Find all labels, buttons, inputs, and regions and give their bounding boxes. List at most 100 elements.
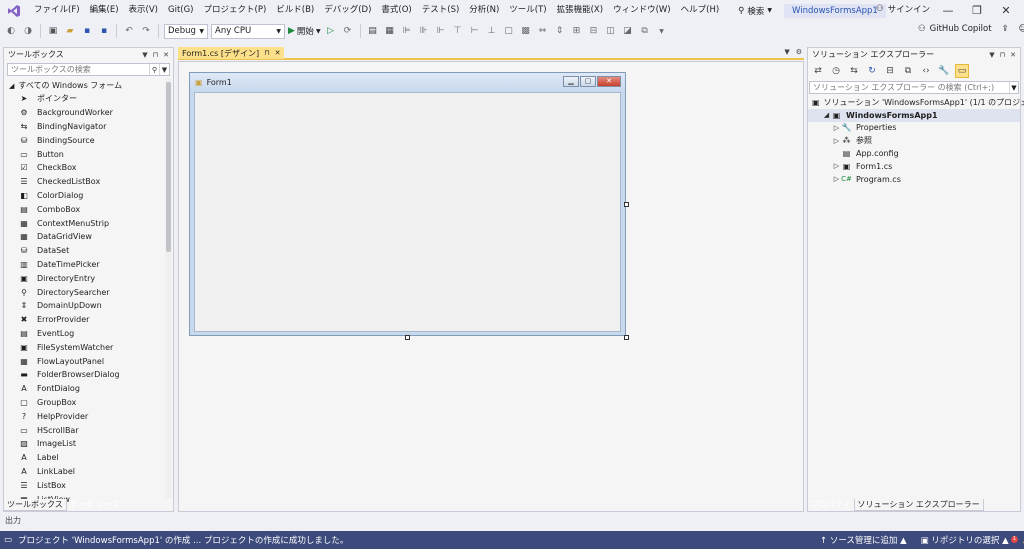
pin-icon[interactable]: ⊓ — [264, 49, 269, 57]
send-back-icon[interactable]: ◪ — [621, 24, 635, 38]
tree-expander-icon[interactable]: ▷ — [832, 137, 841, 145]
menu-item-10[interactable]: ツール(T) — [504, 0, 551, 21]
maximize-button[interactable]: ❐ — [969, 3, 985, 19]
menu-item-6[interactable]: デバッグ(D) — [319, 0, 376, 21]
resize-handle-right[interactable] — [624, 202, 629, 207]
align-bottom-icon[interactable]: ⊥ — [485, 24, 499, 38]
menu-item-5[interactable]: ビルド(B) — [271, 0, 319, 21]
menu-item-13[interactable]: ヘルプ(H) — [676, 0, 725, 21]
menu-item-12[interactable]: ウィンドウ(W) — [608, 0, 676, 21]
hot-reload-icon[interactable]: ⟳ — [341, 24, 355, 38]
tree-item[interactable]: ◢ ▣ WindowsFormsApp1 — [808, 108, 1020, 122]
github-copilot-button[interactable]: ⚇ GitHub Copilot ⇪ ☺ — [918, 24, 1024, 34]
output-panel-tab[interactable]: 出力 — [0, 512, 1024, 529]
search-icon[interactable]: ⚲ — [149, 64, 159, 75]
form1-client-area[interactable] — [194, 92, 621, 332]
tree-item[interactable]: ▣ソリューション 'WindowsFormsApp1' (1/1 のプロジェクト… — [808, 96, 1024, 109]
pending-changes-icon[interactable]: ◷ — [829, 64, 843, 78]
tree-expander-icon[interactable]: ▷ — [832, 162, 841, 170]
collapse-all-icon[interactable]: ⊟ — [883, 64, 897, 78]
toolbox-item[interactable]: ▢ GroupBox — [4, 396, 164, 410]
toolbox-item[interactable]: ☰ CheckedListBox — [4, 175, 164, 189]
same-size-icon[interactable]: ▢ — [502, 24, 516, 38]
toolbox-item[interactable]: ▤ ComboBox — [4, 202, 164, 216]
tree-expander-icon[interactable]: ▷ — [832, 175, 841, 183]
align-center-icon[interactable]: ⊪ — [417, 24, 431, 38]
toolbox-item[interactable]: ⚲ DirectorySearcher — [4, 285, 164, 299]
tab-properties[interactable]: プロパティ — [808, 499, 854, 511]
center-vertical-icon[interactable]: ⊟ — [587, 24, 601, 38]
platform-select[interactable]: Any CPU ▼ — [211, 23, 285, 39]
search-button[interactable]: ⚲ 検索 ▼ — [738, 5, 772, 17]
pin-icon[interactable]: ⊓ — [1000, 51, 1005, 59]
menu-item-3[interactable]: Git(G) — [163, 0, 199, 21]
menu-item-1[interactable]: 編集(E) — [85, 0, 124, 21]
toolbox-search-input[interactable] — [11, 65, 141, 74]
toolbox-icon[interactable]: ▤ — [366, 24, 380, 38]
tab-toolbox[interactable]: ツールボックス — [3, 499, 67, 511]
menu-item-9[interactable]: 分析(N) — [464, 0, 504, 21]
close-window-button[interactable]: ✕ — [998, 3, 1014, 19]
scrollbar-thumb[interactable] — [166, 82, 171, 252]
toolbox-item[interactable]: ▧ ImageList — [4, 437, 164, 451]
toolbox-scrollbar[interactable] — [165, 78, 172, 498]
menu-item-4[interactable]: プロジェクト(P) — [199, 0, 272, 21]
toolbar-overflow-icon[interactable]: ▼ — [655, 24, 669, 38]
layout-icon[interactable]: ▦ — [383, 24, 397, 38]
toolbox-item[interactable]: ⇆ BindingNavigator — [4, 120, 164, 134]
switch-views-icon[interactable]: ⇄ — [811, 64, 825, 78]
visual-studio-logo-icon[interactable] — [6, 3, 22, 19]
toolbox-item[interactable]: ◧ ColorDialog — [4, 189, 164, 203]
align-top-icon[interactable]: ⊤ — [451, 24, 465, 38]
pin-icon[interactable]: ⊓ — [153, 51, 158, 59]
tree-item[interactable]: ▷ ▣ Form1.cs — [808, 160, 1020, 173]
toolbox-item[interactable]: ☑ CheckBox — [4, 161, 164, 175]
chevron-down-icon[interactable]: ▼ — [784, 48, 789, 56]
tree-item[interactable]: ▷ ⁂ 参照 — [808, 134, 1020, 147]
tab-solution-explorer[interactable]: ソリューション エクスプローラー — [853, 499, 984, 511]
toolbox-item[interactable]: A LinkLabel — [4, 465, 164, 479]
save-icon[interactable]: ▪ — [80, 24, 94, 38]
tree-item[interactable]: ▷ 🔧 Properties — [808, 122, 1020, 135]
close-icon[interactable]: ✕ — [1010, 51, 1016, 59]
add-to-source-control-button[interactable]: ↑ ソース管理に追加 ▲ — [820, 534, 907, 546]
menu-item-2[interactable]: 表示(V) — [124, 0, 163, 21]
close-icon[interactable]: ✕ — [163, 51, 169, 59]
toolbox-item[interactable]: ⚙ BackgroundWorker — [4, 106, 164, 120]
resize-handle-bottom-right[interactable] — [624, 335, 629, 340]
minimize-button[interactable]: — — [940, 3, 956, 19]
preview-selected-icon[interactable]: ▭ — [955, 64, 969, 78]
tree-expander-icon[interactable]: ▷ — [832, 124, 841, 132]
tree-expander-icon[interactable]: ◢ — [822, 111, 831, 119]
forward-icon[interactable]: ◑ — [21, 24, 35, 38]
tab-order-icon[interactable]: ⧉ — [638, 24, 652, 38]
toolbox-item[interactable]: ▦ DataGridView — [4, 230, 164, 244]
show-all-files-icon[interactable]: ⧉ — [901, 64, 915, 78]
chevron-down-icon[interactable]: ▼ — [142, 51, 147, 59]
toolbox-item[interactable]: ➤ ポインター — [4, 92, 164, 106]
spacing-vertical-icon[interactable]: ⇕ — [553, 24, 567, 38]
gear-icon[interactable]: ⚙ — [796, 48, 802, 56]
bring-front-icon[interactable]: ◫ — [604, 24, 618, 38]
center-horizontal-icon[interactable]: ⊞ — [570, 24, 584, 38]
save-all-icon[interactable]: ▪ — [97, 24, 111, 38]
resize-handle-bottom[interactable] — [405, 335, 410, 340]
menu-item-7[interactable]: 書式(O) — [376, 0, 416, 21]
align-right-icon[interactable]: ⊩ — [434, 24, 448, 38]
view-code-icon[interactable]: ‹› — [919, 64, 933, 78]
properties-wrench-icon[interactable]: 🔧 — [937, 64, 951, 78]
start-button[interactable]: ▶ 開始 ▼ — [288, 25, 321, 37]
signin-button[interactable]: ⚇ サインイン — [876, 3, 930, 15]
new-project-icon[interactable]: ▣ — [46, 24, 60, 38]
chevron-down-icon[interactable]: ▼ — [159, 64, 169, 75]
spacing-icon[interactable]: ⇔ — [536, 24, 550, 38]
solution-search-input[interactable] — [813, 83, 1003, 92]
start-without-debugging-icon[interactable]: ▷ — [324, 24, 338, 38]
close-icon[interactable]: ✕ — [275, 49, 281, 57]
back-icon[interactable]: ◐ — [4, 24, 18, 38]
toolbox-item[interactable]: ▦ FlowLayoutPanel — [4, 354, 164, 368]
toolbox-group-all-windows-forms[interactable]: ◢ すべての Windows フォーム — [4, 79, 164, 92]
configuration-select[interactable]: Debug ▼ — [164, 23, 208, 39]
toolbox-item[interactable]: ▬ FolderBrowserDialog — [4, 368, 164, 382]
toolbox-item[interactable]: A Label — [4, 451, 164, 465]
